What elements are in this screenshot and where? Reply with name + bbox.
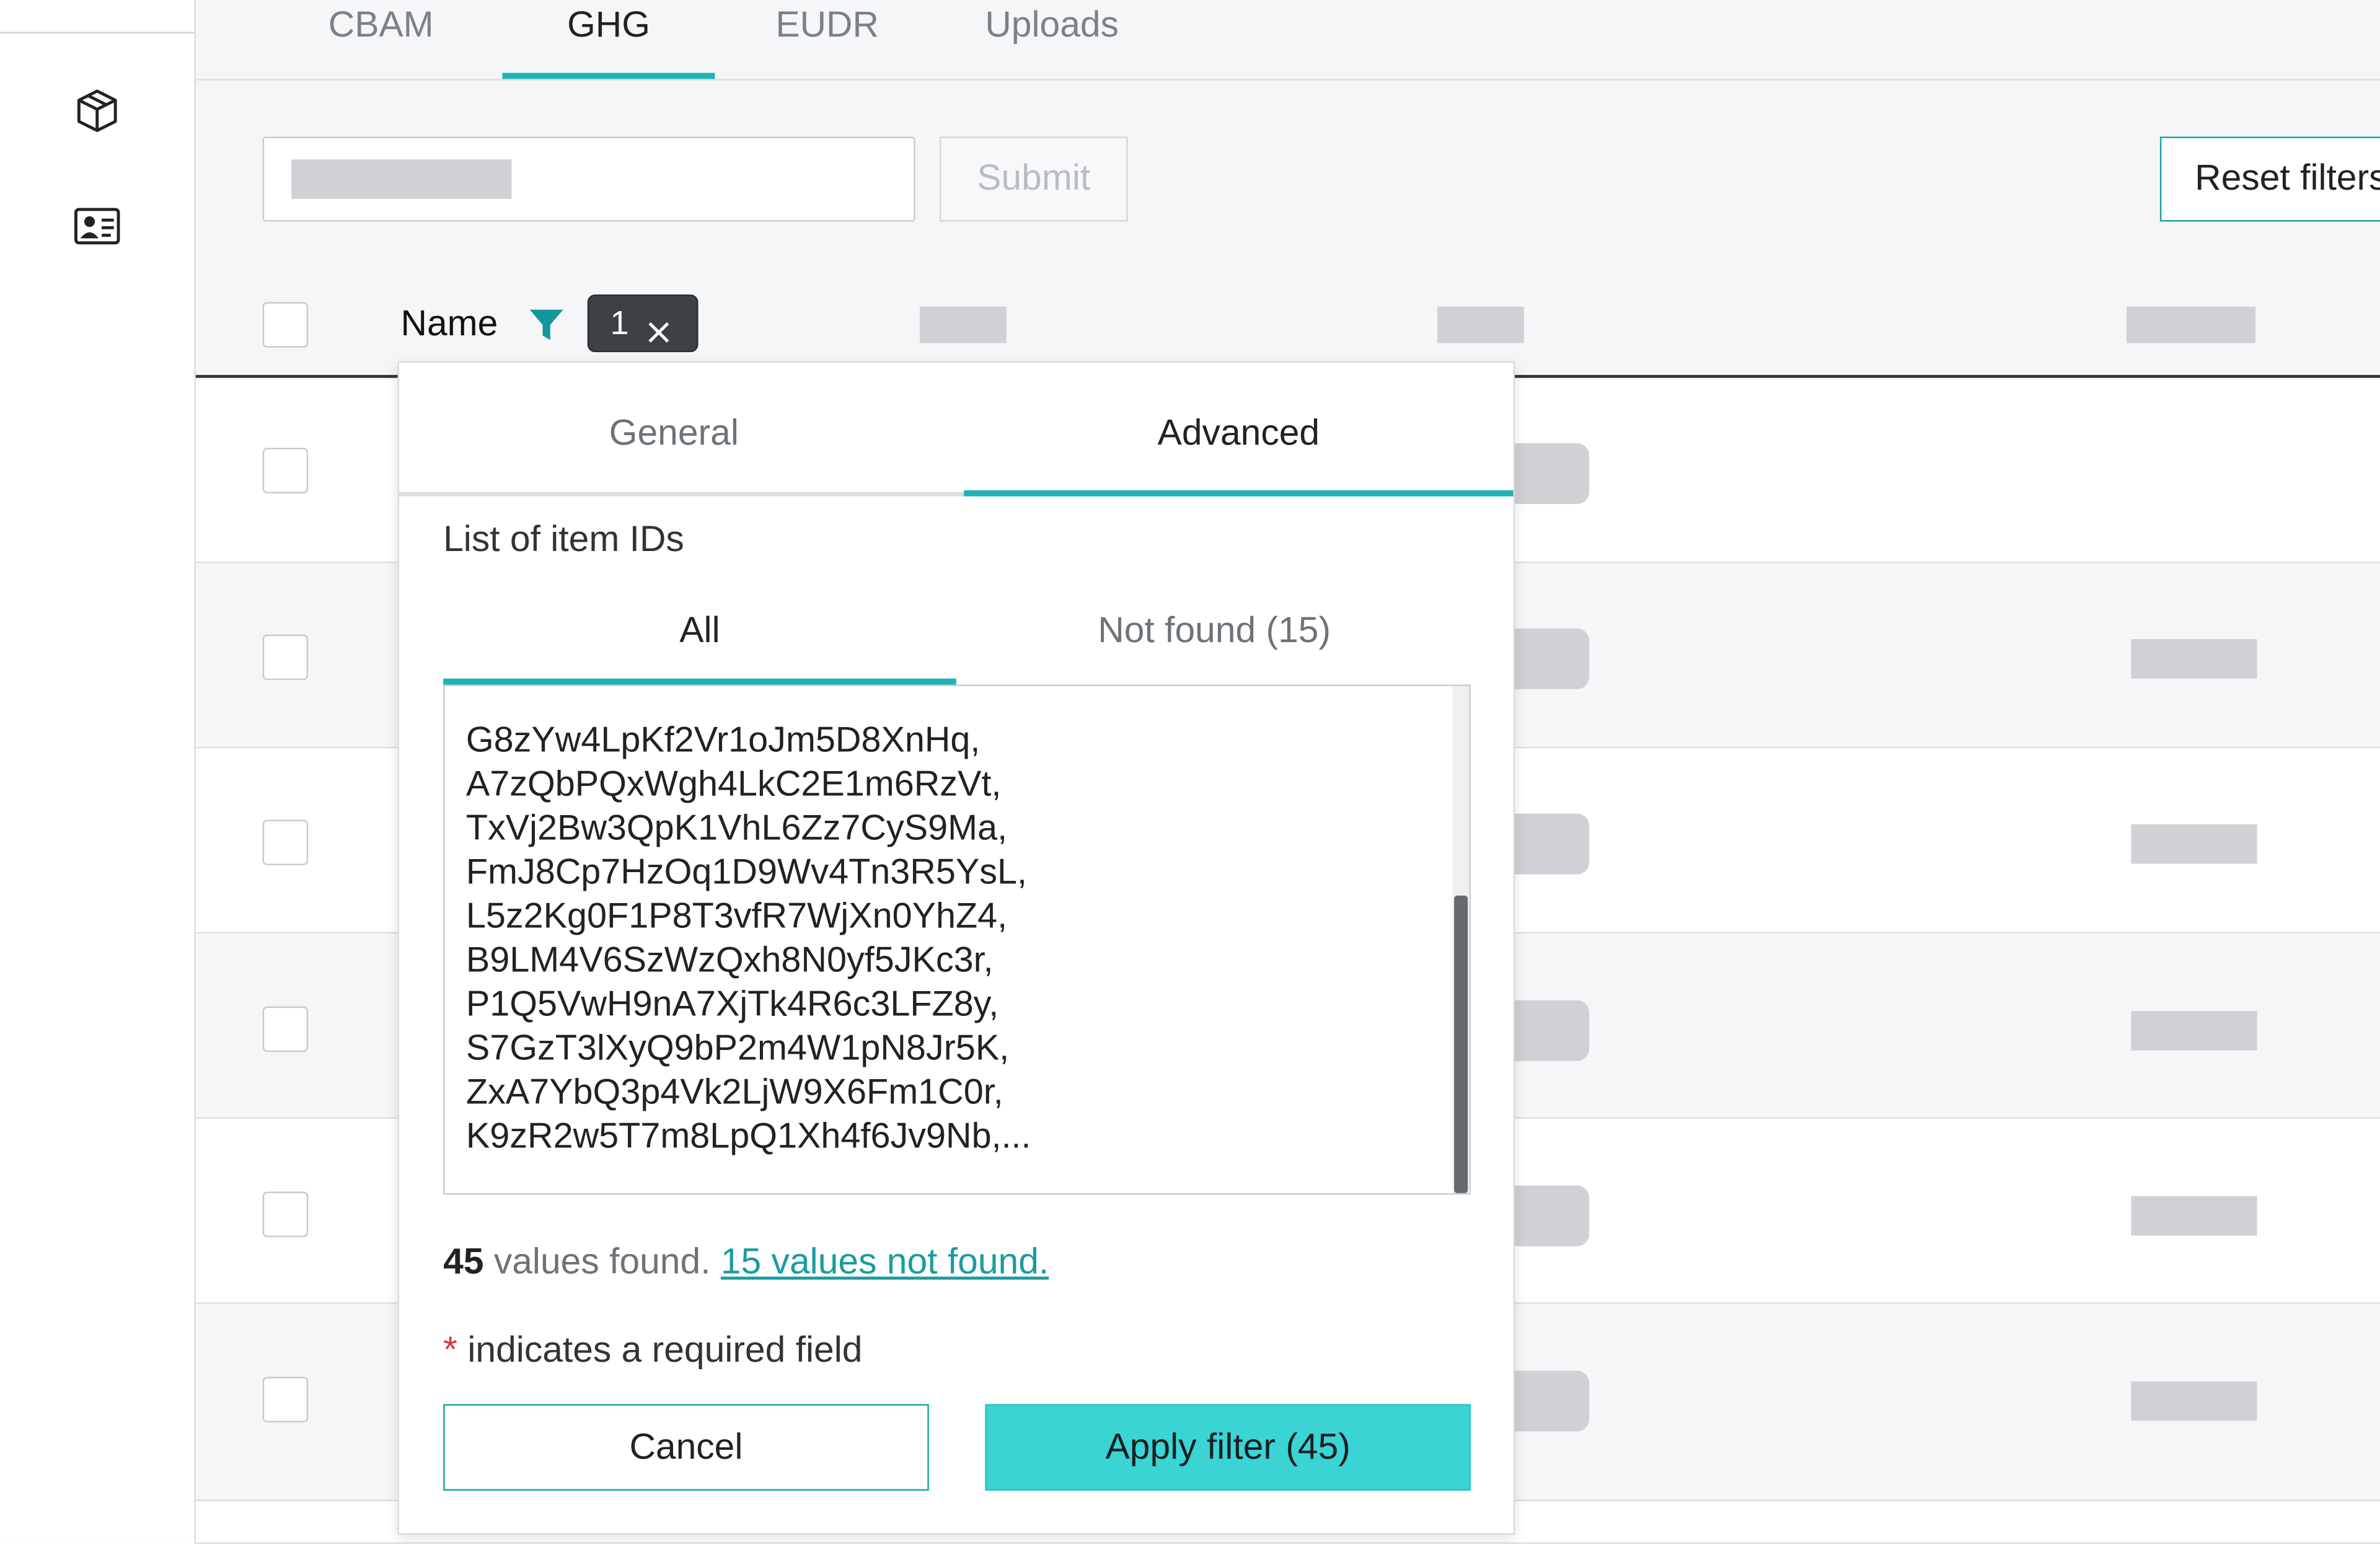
filter-count-chip[interactable]: 1: [587, 294, 699, 353]
filter-popup: General Advanced List of item IDs All No…: [397, 361, 1515, 1535]
cancel-button[interactable]: Cancel: [443, 1404, 929, 1491]
tab-general[interactable]: General: [399, 408, 949, 460]
apply-filter-button[interactable]: Apply filter (45): [985, 1404, 1471, 1491]
package-icon[interactable]: [73, 87, 121, 135]
filter-count: 1: [610, 303, 629, 342]
search-input[interactable]: [262, 136, 915, 222]
found-count: 45: [443, 1242, 484, 1283]
redacted-cell: [2131, 639, 2257, 679]
tab-eudr[interactable]: EUDR: [754, 0, 900, 79]
id-card-icon[interactable]: [73, 202, 121, 250]
item-id-line: FmJ8Cp7HzOq1D9Wv4Tn3R5YsL,: [465, 851, 1028, 891]
required-star: *: [443, 1330, 457, 1371]
tab-ghg[interactable]: GHG: [503, 0, 715, 79]
item-id-line: S7GzT3lXyQ9bP2m4W1pN8Jr5K,: [465, 1027, 1010, 1067]
tab-uploads[interactable]: Uploads: [956, 0, 1148, 79]
item-ids-textarea[interactable]: G8zYw4LpKf2Vr1oJm5D8XnHq, A7zQbPQxWgh4LkC…: [443, 684, 1471, 1195]
column-header-name[interactable]: Name: [401, 301, 498, 349]
not-found-link[interactable]: 15 values not found.: [721, 1242, 1049, 1282]
reset-filters-button[interactable]: Reset filters: [2159, 136, 2380, 222]
found-summary: 45 values found. 15 values not found.: [443, 1237, 1049, 1289]
select-all-checkbox[interactable]: [262, 302, 309, 348]
row-checkbox[interactable]: [262, 634, 309, 681]
tab-cbam[interactable]: CBAM: [304, 0, 459, 79]
redacted-column-header: [1437, 306, 1524, 343]
tab-advanced[interactable]: Advanced: [964, 408, 1514, 460]
row-checkbox[interactable]: [262, 1191, 309, 1237]
active-tab-indicator: [502, 73, 715, 79]
scrollbar-thumb[interactable]: [1454, 895, 1468, 1193]
clear-filter-icon[interactable]: [643, 310, 674, 343]
item-id-line: ZxA7YbQ3p4Vk2LjW9X6Fm1C0r,: [465, 1071, 1003, 1111]
redacted-cell: [1513, 628, 1590, 689]
subtab-not-found[interactable]: Not found (15): [956, 606, 1473, 657]
row-checkbox[interactable]: [262, 1377, 309, 1423]
redacted-cell: [1513, 813, 1590, 875]
item-id-line: K9zR2w5T7m8LpQ1Xh4f6Jv9Nb,...: [465, 1116, 1031, 1155]
item-id-line: P1Q5VwH9nA7XjTk4R6c3LFZ8y,: [465, 983, 999, 1023]
redacted-cell: [2131, 824, 2257, 864]
required-note: * indicates a required field: [443, 1325, 862, 1377]
redacted-cell: [1513, 1000, 1590, 1061]
redacted-cell: [1513, 1370, 1590, 1432]
redacted-column-header: [2127, 306, 2256, 343]
redacted-cell: [2131, 1381, 2257, 1421]
found-text: values found.: [493, 1242, 711, 1283]
item-id-line: A7zQbPQxWgh4LkC2E1m6RzVt,: [465, 763, 1002, 803]
redacted-search-value: [291, 159, 512, 199]
filter-funnel-icon[interactable]: [527, 305, 566, 345]
item-id-line: L5z2Kg0F1P8T3vfR7WjXn0YhZ4,: [465, 895, 1008, 935]
list-title: List of item IDs: [443, 519, 684, 560]
row-checkbox[interactable]: [262, 819, 309, 865]
submit-button[interactable]: Submit: [939, 136, 1128, 222]
redacted-column-header: [920, 306, 1007, 343]
redacted-cell: [1513, 443, 1590, 505]
active-subtab-indicator: [443, 678, 956, 685]
redacted-cell: [2131, 1196, 2257, 1236]
redacted-cell: [1513, 1185, 1590, 1246]
item-id-line: B9LM4V6SzWzQxh8N0yf5JKc3r,: [465, 939, 994, 979]
subtab-all[interactable]: All: [443, 606, 956, 657]
row-checkbox[interactable]: [262, 1006, 309, 1052]
item-id-line: TxVj2Bw3QpK1VhL6Zz7CyS9Ma,: [465, 807, 1008, 847]
redacted-cell: [2131, 1011, 2257, 1051]
row-checkbox[interactable]: [262, 448, 309, 493]
rail-divider: [0, 32, 195, 33]
required-text: indicates a required field: [467, 1330, 863, 1371]
active-popup-tab-indicator: [964, 490, 1514, 496]
item-ids-list: G8zYw4LpKf2Vr1oJm5D8XnHq, A7zQbPQxWgh4LkC…: [466, 718, 1031, 1158]
item-id-line: G8zYw4LpKf2Vr1oJm5D8XnHq,: [465, 719, 981, 759]
